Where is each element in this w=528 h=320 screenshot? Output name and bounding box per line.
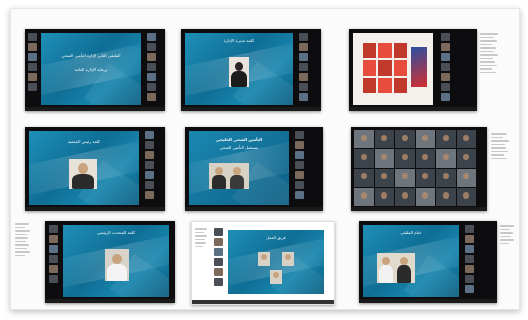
team-photo-1 [258,252,270,266]
meeting-screenshot-4: كلمة رئيس الجمعية [25,127,165,211]
speaker-photo [69,159,97,189]
team-photo-2 [282,252,294,266]
participant-thumbnails-right [147,33,156,101]
speaker-photo [229,57,249,87]
participant-list [195,228,209,247]
shared-slide: كلمة مديرة الإدارة [185,33,293,105]
participant-thumbnails [49,225,58,283]
meeting-toolbar [349,107,477,111]
speaker-photo [105,249,129,281]
shared-slide: ختام الملتقى [363,225,459,297]
shared-slide: كلمة رئيس الجمعية [29,131,139,205]
meeting-toolbar [359,299,497,303]
slide-title: التأمين الصحي الخليجي [215,137,263,142]
meeting-screenshot-1: الملتقى الثاني لإدارة التأمين الصحي برعا… [25,29,165,111]
shared-slide: كلمة المتحدث الرئيسي [63,225,169,297]
meeting-toolbar [185,207,323,211]
slide-title: ختام الملتقى [400,230,422,235]
shared-slide: فريق العمل [228,230,324,294]
slide-title: كلمة رئيس الجمعية [67,139,101,144]
photo-group [377,253,415,283]
participant-thumbnails-right [465,225,474,293]
participant-list [491,133,511,159]
participant-thumbnails-right [299,33,308,101]
meeting-toolbar [351,207,487,211]
meeting-toolbar [192,300,334,304]
participant-thumbnails [214,228,223,286]
participant-thumbnails-right [145,131,154,199]
participant-list [15,223,33,256]
meeting-screenshot-9: ختام الملتقى [359,221,497,303]
meeting-toolbar [25,207,165,211]
meeting-screenshot-6 [351,127,487,211]
meeting-toolbar [45,299,175,303]
slide-subtitle: مستقبل التأمين الصحي [219,145,259,150]
team-photo-3 [270,270,282,284]
meeting-screenshot-8: فريق العمل [191,221,335,305]
participant-list [480,33,500,73]
slide-title: فريق العمل [266,235,286,240]
meeting-screenshot-7: كلمة المتحدث الرئيسي [45,221,175,303]
meeting-screenshot-3 [349,29,477,111]
participant-thumbnails [28,33,37,91]
participant-list [500,225,516,244]
shared-slide: الملتقى الثاني لإدارة التأمين الصحي برعا… [41,33,141,105]
photo-group [209,163,249,189]
meeting-toolbar [25,107,165,111]
participant-thumbnails-right [441,33,450,101]
slide-title: الملتقى الثاني لإدارة التأمين الصحي [61,53,121,58]
shared-slide: التأمين الصحي الخليجي مستقبل التأمين الص… [189,131,289,205]
participant-thumbnails-right [295,131,304,199]
slide-title: كلمة مديرة الإدارة [223,38,255,43]
screenshot-collage: الملتقى الثاني لإدارة التأمين الصحي برعا… [10,8,520,310]
shared-slide [353,33,433,105]
meeting-toolbar [181,107,321,111]
gallery-view [354,130,476,206]
slide-title: كلمة المتحدث الرئيسي [96,230,136,235]
meeting-screenshot-5: التأمين الصحي الخليجي مستقبل التأمين الص… [185,127,323,211]
meeting-screenshot-2: كلمة مديرة الإدارة [181,29,321,111]
slide-subtitle: برعاية الإدارة العامة [74,67,108,72]
